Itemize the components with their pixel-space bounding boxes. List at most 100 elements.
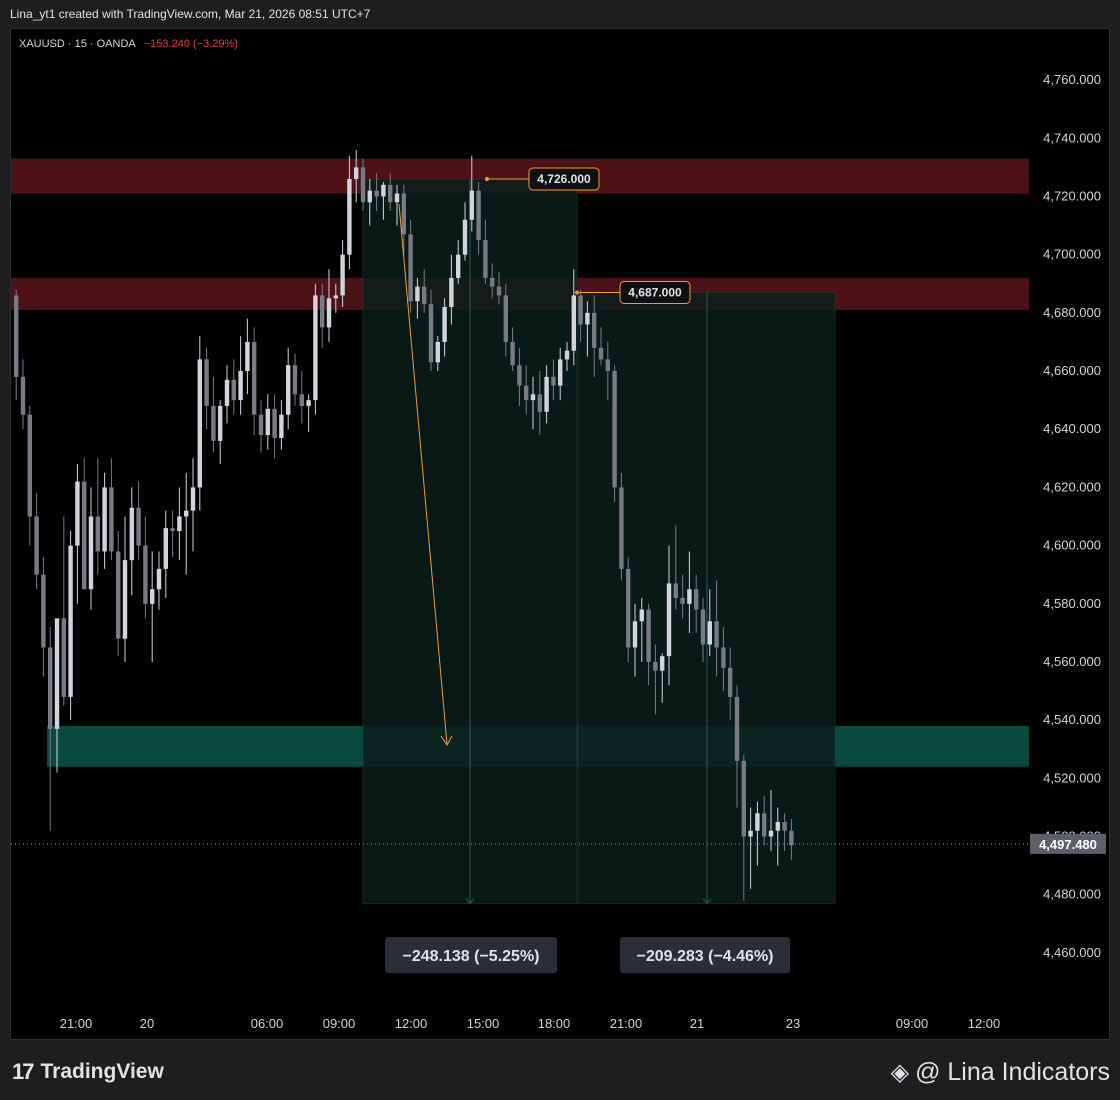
candle-body[interactable] [20,376,26,415]
candle-body[interactable] [143,545,148,604]
candle-body[interactable] [564,350,570,360]
candle-body[interactable] [177,516,182,532]
candle-body[interactable] [653,661,658,671]
candle-body[interactable] [27,414,32,517]
candle-body[interactable] [510,341,515,366]
candle-body[interactable] [299,394,304,406]
candle-body[interactable] [639,609,644,622]
candle-body[interactable] [660,656,665,671]
candle-body[interactable] [48,647,53,729]
candle-body[interactable] [184,510,189,517]
candle-body[interactable] [789,830,794,846]
candle-body[interactable] [592,312,597,348]
candle-body[interactable] [408,234,413,302]
candle-body[interactable] [578,295,583,325]
candle-body[interactable] [381,184,386,197]
candle-body[interactable] [496,286,502,296]
candle-body[interactable] [109,487,114,552]
price-label-anchor-0[interactable] [485,177,489,182]
candle-body[interactable] [571,295,576,351]
candle-body[interactable] [646,609,651,662]
candle-body[interactable] [598,347,604,360]
candle-body[interactable] [238,371,243,401]
candle-body[interactable] [476,190,481,241]
candle-body[interactable] [116,551,121,639]
candle-body[interactable] [748,830,753,837]
chart-panel[interactable]: −248.138 (−5.25%) −209.283 (−4.46%) 4,726… [10,28,1110,1040]
candle-body[interactable] [768,830,774,837]
candle-body[interactable] [129,507,134,561]
candle-body[interactable] [231,379,236,401]
candle-body[interactable] [374,190,379,197]
candle-body[interactable] [326,298,332,328]
candle-body[interactable] [401,193,406,235]
candle-body[interactable] [490,277,495,287]
candle-body[interactable] [360,167,366,203]
candle-body[interactable] [775,821,780,831]
candle-body[interactable] [714,621,719,648]
candle-body[interactable] [333,295,338,299]
candle-body[interactable] [612,371,617,488]
candle-body[interactable] [524,385,529,401]
candle-body[interactable] [68,545,73,697]
candle-body[interactable] [224,379,230,406]
candle-body[interactable] [388,184,393,203]
candle-body[interactable] [252,341,257,415]
candle-body[interactable] [320,295,325,328]
candle-body[interactable] [95,516,100,552]
candle-body[interactable] [265,408,270,436]
candle-body[interactable] [14,295,19,377]
candle-body[interactable] [517,365,522,386]
candle-body[interactable] [530,394,536,401]
candle-body[interactable] [415,286,420,302]
candle-body[interactable] [88,516,94,590]
candle-body[interactable] [462,219,468,255]
candle-body[interactable] [170,528,175,532]
candle-body[interactable] [483,240,488,278]
candle-body[interactable] [218,405,223,441]
candle-body[interactable] [54,618,60,729]
candle-body[interactable] [136,507,141,546]
candle-body[interactable] [340,254,345,296]
candle-body[interactable] [347,179,352,255]
candle-body[interactable] [537,394,542,412]
candle-body[interactable] [666,583,672,657]
candle-body[interactable] [286,365,291,415]
candle-body[interactable] [503,295,508,342]
candlestick-chart[interactable]: −248.138 (−5.25%) −209.283 (−4.46%) 4,726… [11,29,1109,1039]
candle-body[interactable] [204,359,209,406]
candle-body[interactable] [313,295,318,401]
candle-body[interactable] [687,589,692,604]
candle-body[interactable] [619,487,624,569]
candle-body[interactable] [694,589,699,610]
candle-body[interactable] [61,618,66,697]
candle-body[interactable] [34,516,39,575]
candle-body[interactable] [41,574,46,648]
candle-body[interactable] [626,568,631,648]
candle-body[interactable] [449,277,454,308]
candle-body[interactable] [442,307,447,342]
candle-body[interactable] [75,481,80,546]
candle-body[interactable] [456,254,461,278]
candle-body[interactable] [197,359,202,488]
candle-body[interactable] [258,414,264,436]
candle-body[interactable] [292,365,298,395]
candle-body[interactable] [354,167,359,180]
candle-body[interactable] [279,414,284,438]
candle-body[interactable] [156,568,162,590]
candle-body[interactable] [551,376,556,386]
candle-body[interactable] [211,405,216,441]
candle-body[interactable] [150,589,155,604]
candle-body[interactable] [734,696,740,761]
candle-body[interactable] [394,193,400,203]
candle-body[interactable] [422,286,427,305]
candle-body[interactable] [762,813,767,837]
candle-body[interactable] [428,304,434,363]
candle-body[interactable] [585,312,590,325]
candle-body[interactable] [782,821,787,831]
tradingview-logo[interactable]: 17 TradingView [12,1059,164,1085]
candle-body[interactable] [632,621,638,648]
candle-body[interactable] [755,813,760,831]
candle-body[interactable] [700,609,706,645]
candle-body[interactable] [245,341,250,372]
